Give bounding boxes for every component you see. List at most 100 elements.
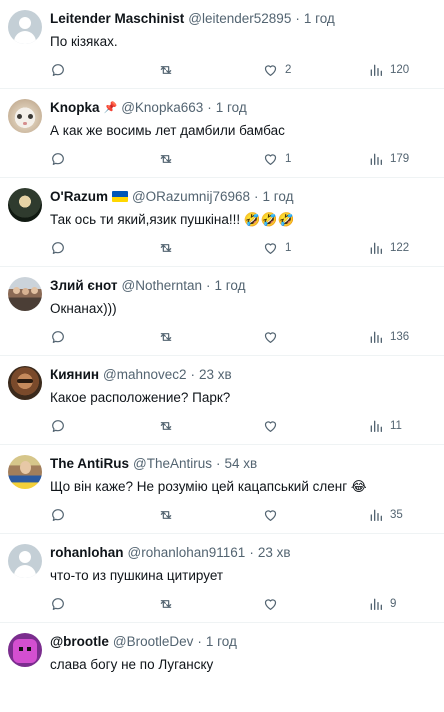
tweet[interactable]: Злий єнот @Notherntan · 1 год Окнанах))) 136 xyxy=(0,267,444,356)
tweet[interactable]: Knopka 📌 @Knopka663 · 1 год А как же восимь л… xyxy=(0,89,444,178)
avatar[interactable] xyxy=(8,10,42,44)
reply-icon xyxy=(50,418,66,434)
avatar[interactable] xyxy=(8,633,42,667)
view-count: 120 xyxy=(390,64,410,76)
author-name[interactable]: Киянин xyxy=(50,367,99,382)
tweet[interactable]: @brootle @BrootleDev · 1 год слава богу не п… xyxy=(0,623,444,712)
ukraine-flag-icon xyxy=(111,191,128,202)
tweet[interactable]: O'Razum @ORazumnij76968 · 1 год Так ось ти я… xyxy=(0,178,444,267)
views-button[interactable]: 11 xyxy=(368,416,402,436)
retweet-button[interactable] xyxy=(157,149,175,169)
retweet-icon xyxy=(157,329,175,345)
like-button[interactable]: 1 xyxy=(262,149,291,169)
author-handle[interactable]: @Knopka663 xyxy=(121,100,203,115)
like-button[interactable]: 1 xyxy=(262,238,291,258)
tweet-header: Злий єнот @Notherntan · 1 год xyxy=(50,278,246,293)
retweet-button[interactable] xyxy=(157,238,175,258)
separator-dot: · xyxy=(249,545,254,560)
reply-button[interactable] xyxy=(50,594,66,614)
avatar[interactable] xyxy=(8,544,42,578)
action-bar: 9 xyxy=(0,594,444,614)
reply-icon xyxy=(50,596,66,612)
like-button[interactable] xyxy=(262,416,285,436)
like-button[interactable] xyxy=(262,327,285,347)
view-count: 35 xyxy=(390,509,403,521)
tweet-header: O'Razum @ORazumnij76968 · 1 год xyxy=(50,189,293,204)
avatar[interactable] xyxy=(8,366,42,400)
retweet-button[interactable] xyxy=(157,327,175,347)
reply-button[interactable] xyxy=(50,416,66,436)
view-count: 122 xyxy=(390,242,410,254)
author-name[interactable]: rohanlohan xyxy=(50,545,124,560)
action-bar: 1 122 xyxy=(0,238,444,258)
author-handle[interactable]: @mahnovec2 xyxy=(103,367,187,382)
author-name[interactable]: O'Razum xyxy=(50,189,108,204)
tweet-text: что-то из пушкина цитирует xyxy=(50,568,224,583)
author-name[interactable]: @brootle xyxy=(50,634,109,649)
author-name[interactable]: Злий єнот xyxy=(50,278,118,293)
author-handle[interactable]: @leitender52895 xyxy=(188,11,291,26)
timestamp[interactable]: 1 год xyxy=(216,100,247,115)
retweet-icon xyxy=(157,596,175,612)
reply-button[interactable] xyxy=(50,238,66,258)
timestamp[interactable]: 23 хв xyxy=(199,367,232,382)
reply-button[interactable] xyxy=(50,327,66,347)
timestamp[interactable]: 23 хв xyxy=(258,545,291,560)
avatar[interactable] xyxy=(8,277,42,311)
tweet[interactable]: rohanlohan @rohanlohan91161 · 23 хв что-то и… xyxy=(0,534,444,623)
action-bar: 11 xyxy=(0,416,444,436)
author-handle[interactable]: @Notherntan xyxy=(122,278,203,293)
views-button[interactable]: 179 xyxy=(368,149,409,169)
tweet[interactable]: Leitender Maschinist @leitender52895 · 1 го… xyxy=(0,0,444,89)
like-button[interactable]: 2 xyxy=(262,60,291,80)
avatar[interactable] xyxy=(8,188,42,222)
retweet-button[interactable] xyxy=(157,505,175,525)
author-name[interactable]: Leitender Maschinist xyxy=(50,11,184,26)
separator-dot: · xyxy=(206,278,211,293)
avatar[interactable] xyxy=(8,455,42,489)
views-button[interactable]: 136 xyxy=(368,327,409,347)
views-icon xyxy=(368,329,384,345)
timestamp[interactable]: 1 год xyxy=(262,189,293,204)
reply-icon xyxy=(50,240,66,256)
view-count: 9 xyxy=(390,598,397,610)
views-icon xyxy=(368,596,384,612)
avatar[interactable] xyxy=(8,99,42,133)
timestamp[interactable]: 1 год xyxy=(206,634,237,649)
heart-icon xyxy=(262,329,279,345)
timestamp[interactable]: 1 год xyxy=(215,278,246,293)
tweet[interactable]: The AntiRus @TheAntirus · 54 хв Що він каже?… xyxy=(0,445,444,534)
author-name[interactable]: Knopka xyxy=(50,100,100,115)
reply-button[interactable] xyxy=(50,60,66,80)
author-handle[interactable]: @ORazumnij76968 xyxy=(132,189,250,204)
timestamp[interactable]: 1 год xyxy=(304,11,335,26)
like-count: 1 xyxy=(285,242,292,254)
retweet-icon xyxy=(157,418,175,434)
like-count: 1 xyxy=(285,153,292,165)
author-handle[interactable]: @BrootleDev xyxy=(113,634,194,649)
reply-icon xyxy=(50,62,66,78)
reply-button[interactable] xyxy=(50,505,66,525)
author-handle[interactable]: @TheAntirus xyxy=(133,456,212,471)
views-button[interactable]: 120 xyxy=(368,60,409,80)
retweet-button[interactable] xyxy=(157,594,175,614)
views-button[interactable]: 122 xyxy=(368,238,409,258)
heart-icon xyxy=(262,151,279,167)
views-button[interactable]: 35 xyxy=(368,505,403,525)
author-name[interactable]: The AntiRus xyxy=(50,456,129,471)
separator-dot: · xyxy=(215,456,221,471)
timestamp[interactable]: 54 хв xyxy=(224,456,257,471)
reply-button[interactable] xyxy=(50,149,66,169)
view-count: 11 xyxy=(390,420,402,432)
heart-icon xyxy=(262,418,279,434)
retweet-icon xyxy=(157,507,175,523)
like-button[interactable] xyxy=(262,505,285,525)
like-button[interactable] xyxy=(262,594,285,614)
retweet-button[interactable] xyxy=(157,60,175,80)
author-handle[interactable]: @rohanlohan91161 xyxy=(128,545,246,560)
views-button[interactable]: 9 xyxy=(368,594,396,614)
view-count: 179 xyxy=(390,153,410,165)
reply-icon xyxy=(50,329,66,345)
retweet-button[interactable] xyxy=(157,416,175,436)
tweet[interactable]: Киянин @mahnovec2 · 23 хв Какое расположение… xyxy=(0,356,444,445)
